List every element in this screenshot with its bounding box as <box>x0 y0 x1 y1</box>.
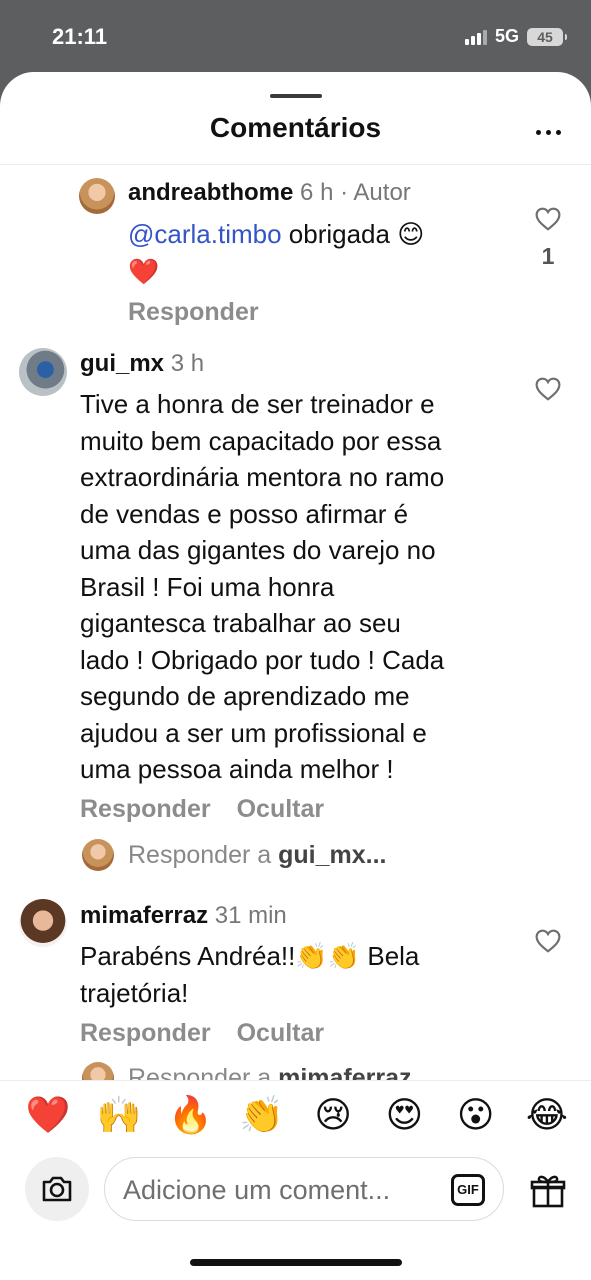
reply-button[interactable]: Responder <box>80 795 211 824</box>
reply-prompt[interactable]: Responder a gui_mx... <box>82 839 386 871</box>
comment-username[interactable]: mimaferraz <box>80 902 208 929</box>
heart-icon[interactable] <box>535 377 561 401</box>
more-options-icon[interactable] <box>536 130 561 135</box>
camera-button[interactable] <box>25 1157 89 1221</box>
avatar[interactable] <box>19 348 67 396</box>
reaction-laugh[interactable]: 😂 <box>524 1093 570 1139</box>
like-control <box>535 377 561 401</box>
comment-input[interactable]: Adicione um coment... GIF <box>104 1157 504 1221</box>
quick-reactions: ❤️ 🙌 🔥 👏 😢 😍 😮 😂 <box>25 1093 570 1139</box>
composer-area: ❤️ 🙌 🔥 👏 😢 😍 😮 😂 Adicione um coment... G… <box>0 1080 591 1280</box>
signal-icon <box>464 29 487 45</box>
comment-username[interactable]: gui_mx <box>80 350 164 377</box>
header-divider <box>0 164 591 165</box>
avatar[interactable] <box>19 899 67 947</box>
comment-text: Parabéns Andréa!!👏👏 Bela trajetória! <box>80 941 420 1008</box>
sheet-grabber[interactable] <box>270 94 322 98</box>
comment-username[interactable]: andreabthome <box>128 179 293 206</box>
reaction-fire[interactable]: 🔥 <box>168 1093 214 1139</box>
home-indicator <box>190 1259 402 1266</box>
page-title: Comentários <box>209 112 382 143</box>
network-label: 5G <box>494 26 519 46</box>
comment-actions: Responder Ocultar <box>80 795 324 824</box>
comment-meta: mimaferraz 31 min <box>80 902 287 930</box>
like-control: 1 <box>535 207 561 270</box>
like-control <box>535 929 561 953</box>
camera-icon <box>42 1176 72 1202</box>
heart-icon[interactable] <box>535 207 561 231</box>
reaction-raised-hands[interactable]: 🙌 <box>96 1093 142 1139</box>
gif-icon[interactable]: GIF <box>451 1174 485 1206</box>
reaction-heart[interactable]: ❤️ <box>25 1093 71 1139</box>
comment-input-placeholder: Adicione um coment... <box>123 1175 391 1205</box>
reply-button[interactable]: Responder <box>128 298 259 327</box>
reply-button[interactable]: Responder <box>80 1019 211 1048</box>
comment-time: 6 h · Autor <box>300 179 411 206</box>
battery-icon: 45 <box>527 27 567 46</box>
reaction-surprised[interactable]: 😮 <box>453 1093 499 1139</box>
status-time: 21:11 <box>52 24 108 49</box>
comment-time: 3 h <box>170 350 205 377</box>
status-indicators: 5G 45 <box>464 26 567 47</box>
comment-meta: gui_mx 3 h <box>80 350 204 378</box>
comment-actions: Responder Ocultar <box>80 1019 324 1048</box>
comment-text: Tive a honra de ser treinador e muito be… <box>80 389 445 784</box>
mention-link[interactable]: @carla.timbo <box>128 219 282 249</box>
reaction-cry[interactable]: 😢 <box>310 1093 356 1139</box>
comments-sheet: Comentários andreabthome 6 h · Autor @ca… <box>0 72 591 1280</box>
comment-text: @carla.timbo obrigada 😊 ❤️ <box>128 219 425 286</box>
hide-button[interactable]: Ocultar <box>237 795 325 824</box>
avatar <box>82 839 114 871</box>
like-count: 1 <box>541 243 555 269</box>
avatar[interactable] <box>79 178 115 214</box>
comment-meta: andreabthome 6 h · Autor <box>128 179 411 207</box>
hide-button[interactable]: Ocultar <box>237 1019 325 1048</box>
reaction-heart-eyes[interactable]: 😍 <box>381 1093 427 1139</box>
gift-icon[interactable] <box>530 1173 566 1209</box>
comment-time: 31 min <box>214 902 287 929</box>
reaction-clap[interactable]: 👏 <box>239 1093 285 1139</box>
heart-icon[interactable] <box>535 929 561 953</box>
comment-actions: Responder <box>128 298 259 327</box>
status-bar: 21:11 5G 45 <box>0 0 591 72</box>
